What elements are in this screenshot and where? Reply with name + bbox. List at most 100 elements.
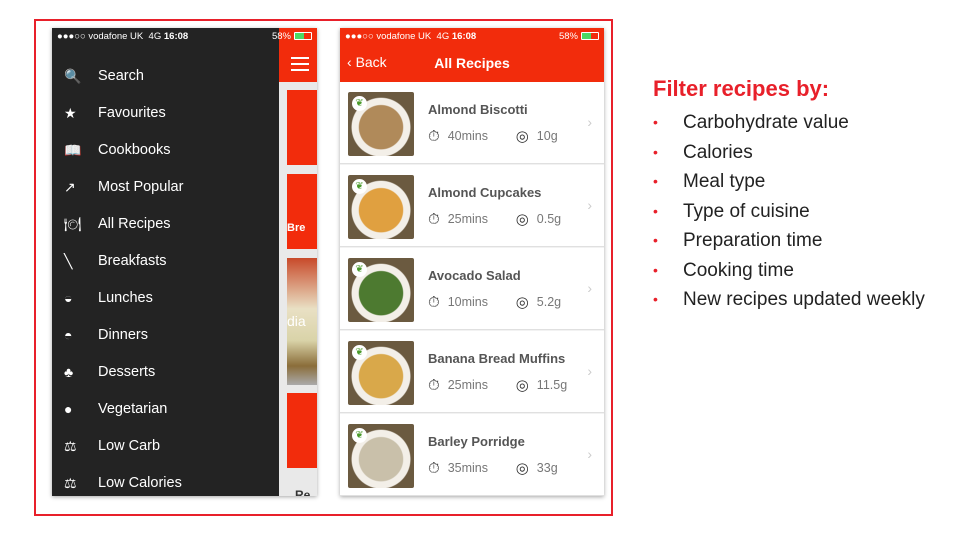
menu-item-label: Dinners [98, 327, 148, 343]
menu-item-desserts[interactable]: ♣ Desserts [64, 357, 155, 387]
chevron-right-icon: › [587, 363, 592, 379]
menu-item-label: Desserts [98, 364, 156, 380]
timer-icon: ⏱ [428, 210, 440, 228]
peek-label: Re [295, 488, 311, 496]
carb-gauge-icon: ◎ [515, 377, 529, 394]
network: 4G [436, 30, 450, 42]
peek-tile [287, 393, 317, 468]
menu-item-label: Low Carb [98, 438, 161, 454]
feature-bullet: New recipes updated weekly [653, 285, 943, 315]
spoon-icon: ╲ [64, 252, 73, 269]
recipe-thumbnail: ❦ [348, 175, 414, 239]
carb-gauge-icon: ◎ [515, 128, 529, 145]
hamburger-icon[interactable] [291, 57, 309, 75]
feature-bullet: Cooking time [653, 256, 943, 286]
battery-text: 58% [271, 30, 291, 42]
scale-icon: ⚖ [64, 437, 77, 454]
feature-bullet: Calories [653, 138, 943, 168]
menu-item-favourites[interactable]: ★ Favourites [64, 98, 166, 128]
prep-time: 40mins [447, 129, 488, 143]
carb-value: 5.2g [536, 295, 562, 309]
recipe-thumbnail: ❦ [348, 424, 414, 488]
leaf-icon: ❦ [352, 96, 367, 111]
menu-item-low-carb[interactable]: ⚖ Low Carb [64, 431, 160, 461]
recipe-row[interactable]: ❦ Almond Biscotti ⏱ 40mins ◎ 10g › [340, 82, 604, 164]
peek-tile: Bre [287, 174, 317, 249]
recipe-row[interactable]: ❦ Banana Bread Muffins ⏱ 25mins ◎ 11.5g › [340, 331, 604, 413]
carb-gauge-icon: ◎ [515, 211, 529, 228]
menu-item-low-calories[interactable]: ⚖ Low Calories [64, 468, 182, 496]
carb-value: 10g [536, 129, 558, 143]
time: 16:08 [451, 30, 477, 42]
menu-item-label: Search [98, 68, 144, 84]
carb-gauge-icon: ◎ [515, 294, 529, 311]
menu-item-dinners[interactable]: ◓ Dinners [64, 320, 148, 350]
menu-item-label: Most Popular [98, 179, 184, 195]
menu-item-label: Cookbooks [98, 142, 171, 158]
menu-item-vegetarian[interactable]: ● Vegetarian [64, 394, 167, 424]
feature-title: Filter recipes by: [653, 76, 830, 101]
carrier: ●●●○○ vodafone UK [57, 30, 144, 42]
recipe-row[interactable]: ❦ Barley Porridge ⏱ 35mins ◎ 33g › [340, 414, 604, 496]
leaf-icon: ❦ [352, 428, 367, 443]
recipe-name: Almond Biscotti [428, 102, 528, 117]
recipe-name: Almond Cupcakes [428, 185, 542, 200]
trend-icon: ↗ [64, 178, 76, 195]
recipe-row[interactable]: ❦ Almond Cupcakes ⏱ 25mins ◎ 0.5g › [340, 165, 604, 247]
menu-item-label: Low Calories [98, 475, 182, 491]
menu-item-all-recipes[interactable]: 🍽 All Recipes [64, 209, 171, 239]
cherries-icon: ♣ [64, 364, 74, 380]
cloche-icon: ◓ [64, 327, 73, 343]
peek-image: dia [287, 258, 317, 385]
timer-icon: ⏱ [428, 293, 440, 311]
recipe-name: Banana Bread Muffins [428, 351, 566, 366]
menu-item-search[interactable]: 🔍 Search [64, 61, 144, 91]
feature-bullet: Carbohydrate value [653, 108, 943, 138]
chevron-right-icon: › [587, 197, 592, 213]
bowl-icon: ◒ [64, 290, 73, 306]
battery-icon [581, 32, 599, 40]
menu-item-label: Vegetarian [98, 401, 168, 417]
network: 4G [148, 30, 162, 42]
prep-time: 10mins [447, 295, 488, 309]
peek-tile [287, 90, 317, 165]
carb-value: 11.5g [536, 378, 568, 392]
leaf-icon: ❦ [352, 262, 367, 277]
recipe-name: Avocado Salad [428, 268, 521, 283]
battery-text: 58% [558, 30, 578, 42]
scale-icon: ⚖ [64, 474, 77, 491]
menu-screenshot: 🔍 Search ★ Favourites 📖 Cookbooks ↗ Most Popula… [52, 28, 317, 496]
prep-time: 25mins [447, 378, 488, 392]
menu-item-breakfasts[interactable]: ╲ Breakfasts [64, 246, 167, 276]
status-bar: ●●●○○ vodafone UK 4G 16:08 58% [340, 28, 604, 44]
recipe-thumbnail: ❦ [348, 258, 414, 322]
carb-value: 0.5g [536, 212, 562, 226]
menu-item-label: Breakfasts [98, 253, 167, 269]
page-title: All Recipes [434, 55, 510, 71]
prep-time: 25mins [447, 212, 488, 226]
main-screen-peek: Bre dia Re [279, 28, 317, 496]
carb-gauge-icon: ◎ [515, 460, 529, 477]
timer-icon: ⏱ [428, 376, 440, 394]
menu-item-cookbooks[interactable]: 📖 Cookbooks [64, 135, 171, 165]
menu-item-most-popular[interactable]: ↗ Most Popular [64, 172, 183, 202]
chevron-right-icon: › [587, 114, 592, 130]
recipes-screenshot: ‹ Back All Recipes ●●●○○ vodafone UK 4G … [340, 28, 604, 496]
carb-value: 33g [536, 461, 558, 475]
recipe-thumbnail: ❦ [348, 341, 414, 405]
recipe-row[interactable]: ❦ Avocado Salad ⏱ 10mins ◎ 5.2g › [340, 248, 604, 330]
leaf-icon: ❦ [352, 179, 367, 194]
side-menu: 🔍 Search ★ Favourites 📖 Cookbooks ↗ Most Popula… [52, 44, 279, 496]
feature-bullet: Type of cuisine [653, 197, 943, 227]
cutlery-icon: 🍽 [64, 215, 82, 232]
prep-time: 35mins [447, 461, 488, 475]
battery-icon [294, 32, 312, 40]
recipe-name: Barley Porridge [428, 434, 525, 449]
menu-item-label: Lunches [98, 290, 153, 306]
star-icon: ★ [64, 104, 77, 121]
chevron-right-icon: › [587, 446, 592, 462]
carrier: ●●●○○ vodafone UK [345, 30, 432, 42]
chevron-right-icon: › [587, 280, 592, 296]
menu-item-lunches[interactable]: ◒ Lunches [64, 283, 153, 313]
timer-icon: ⏱ [428, 127, 440, 145]
